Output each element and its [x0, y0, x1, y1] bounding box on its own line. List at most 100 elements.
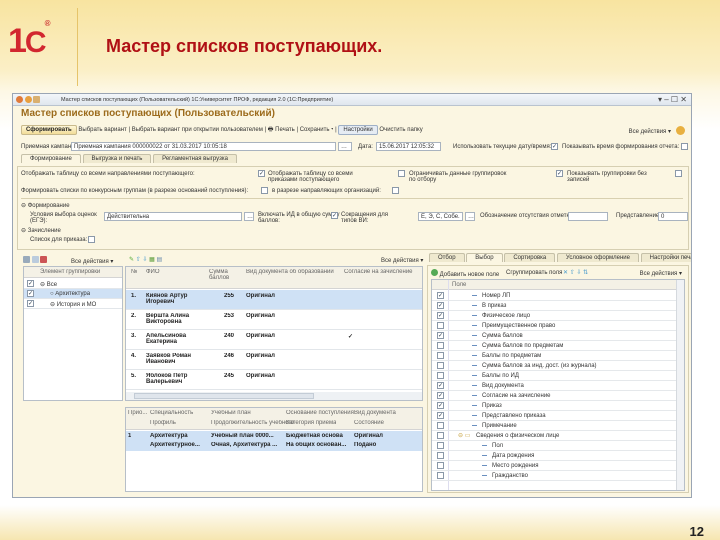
col-doc[interactable]: Вид документа об образовании — [246, 269, 334, 275]
tab-selection[interactable]: Выбор — [466, 253, 503, 262]
uncheck-all-icon[interactable] — [40, 256, 48, 263]
section-enrollment-toggle[interactable]: ⊖ Зачисление — [21, 227, 61, 234]
field-checkbox[interactable] — [437, 352, 444, 359]
field-row[interactable]: ⊖ ▭ Сведения о физическом лице — [432, 431, 678, 441]
add-field-button[interactable]: Добавить новое поле — [431, 269, 499, 278]
grid-all-actions[interactable]: Все действия ▾ — [381, 257, 423, 264]
help-icon[interactable] — [676, 126, 685, 135]
field-checkbox[interactable]: ✓ — [437, 312, 444, 319]
show-table-admitted-checkbox[interactable]: ✓ — [258, 170, 265, 177]
horizontal-scrollbar[interactable] — [126, 392, 422, 400]
col-score[interactable]: Сумма баллов — [209, 269, 237, 281]
tab-print-settings[interactable]: Настройки печати — [640, 253, 691, 262]
field-checkbox[interactable]: ✓ — [437, 392, 444, 399]
field-row[interactable]: Гражданство — [432, 471, 678, 481]
field-row[interactable]: Место рождения — [432, 461, 678, 471]
campaign-select-button[interactable]: … — [338, 142, 352, 151]
vertical-scrollbar[interactable] — [676, 280, 684, 490]
field-checkbox[interactable] — [437, 472, 444, 479]
choose-variant-user-button[interactable]: Выбрать вариант при открытии пользовател… — [132, 127, 263, 133]
tab-formation[interactable]: Формирование — [21, 154, 81, 163]
window-controls[interactable]: ▾ ‒ ☐ ✕ — [658, 95, 687, 104]
field-row[interactable]: ✓ В приказ — [432, 301, 678, 311]
empty-repr-field[interactable]: 0 — [658, 212, 688, 221]
show-time-checkbox[interactable] — [681, 143, 688, 150]
field-row[interactable]: Дата рождения — [432, 451, 678, 461]
field-row[interactable]: ✓ Номер ЛП — [432, 291, 678, 301]
include-id-checkbox[interactable]: ✓ — [331, 212, 338, 219]
table-row[interactable]: 2. Вершта Алина Викторовна 253 Оригинал — [126, 310, 422, 330]
field-checkbox[interactable] — [437, 422, 444, 429]
field-checkbox[interactable] — [437, 372, 444, 379]
col-number[interactable]: № — [131, 269, 137, 275]
tab-sort[interactable]: Сортировка — [504, 253, 556, 262]
field-checkbox[interactable] — [437, 432, 444, 439]
save-button[interactable]: Сохранить ▾ — [300, 127, 334, 133]
field-row[interactable]: Пол — [432, 441, 678, 451]
tree-all-actions[interactable]: Все действия ▾ — [71, 259, 113, 265]
tab-scheduled-export[interactable]: Регламентная выгрузка — [153, 154, 237, 163]
tab-conditional-format[interactable]: Условное оформление — [556, 253, 639, 262]
tree-item[interactable]: ✓ ⊖ История и МО — [24, 299, 122, 309]
field-row[interactable]: ✓ Физическое лицо — [432, 311, 678, 321]
table-row[interactable]: 1. Киянов Артур Игоревич 255 Оригинал — [126, 290, 422, 310]
window-nav-icons[interactable] — [16, 96, 41, 105]
abbr-field[interactable]: Е, Э, С, Собе. — [418, 212, 463, 221]
field-row[interactable]: ✓ Вид документа — [432, 381, 678, 391]
generate-button[interactable]: Сформировать — [21, 125, 77, 135]
directions-row[interactable]: 1 Архитектура Архитектурное... Учебный план… — [126, 431, 422, 451]
col-fio[interactable]: ФИО — [146, 269, 160, 275]
field-checkbox[interactable] — [437, 452, 444, 459]
group-fields-button[interactable]: Сгруппировать поля — [506, 270, 562, 276]
competitive-checkbox[interactable] — [261, 187, 268, 194]
field-row[interactable]: Преимущественное право — [432, 321, 678, 331]
table-row[interactable]: 3. Апельсинова Екатерина 240 Оригинал ✓ — [126, 330, 422, 350]
field-checkbox[interactable]: ✓ — [437, 412, 444, 419]
by-org-checkbox[interactable] — [392, 187, 399, 194]
conditions-select-button[interactable]: … — [244, 212, 254, 221]
order-list-checkbox[interactable] — [88, 236, 95, 243]
tree-item[interactable]: ✓ ⊖ Все — [24, 279, 122, 289]
abbr-select-button[interactable]: … — [465, 212, 475, 221]
extra-checkbox[interactable] — [675, 170, 682, 177]
campaign-field[interactable]: Приемная кампания 000000022 от 31.03.201… — [71, 142, 336, 151]
col-agree[interactable]: Согласие на зачисление — [344, 269, 413, 275]
section-formation-toggle[interactable]: ⊖ Формирование — [21, 202, 70, 209]
field-row[interactable]: Баллы по предметам — [432, 351, 678, 361]
check-all-icon[interactable] — [23, 256, 30, 263]
settings-button[interactable]: Настройки — [338, 125, 378, 135]
tab-export-print[interactable]: Выгрузка и печать — [82, 154, 152, 163]
field-checkbox[interactable]: ✓ — [437, 302, 444, 309]
missing-mark-field[interactable] — [568, 212, 608, 221]
field-checkbox[interactable] — [437, 462, 444, 469]
field-checkbox[interactable]: ✓ — [437, 402, 444, 409]
conditions-field[interactable]: Действительна — [104, 212, 242, 221]
field-checkbox[interactable] — [437, 362, 444, 369]
tree-item[interactable]: ✓ ○ Архитектура — [24, 289, 122, 299]
field-row[interactable]: ✓ Сумма баллов — [432, 331, 678, 341]
move-icons[interactable]: ✕ ⇧ ⇩ ⇅ — [563, 269, 588, 276]
table-row[interactable]: 5. Яблоков Петр Валерьевич 245 Оригинал — [126, 370, 422, 390]
clear-button[interactable]: Очистить папку — [379, 127, 422, 133]
field-row[interactable]: Баллы по ИД — [432, 371, 678, 381]
field-row[interactable]: Сумма баллов за инд. дост. (из журнала) — [432, 361, 678, 371]
settings-all-actions[interactable]: Все действия ▾ — [640, 270, 682, 277]
field-row[interactable]: ✓ Представлено приказа — [432, 411, 678, 421]
field-row[interactable]: Примечание — [432, 421, 678, 431]
table-row[interactable]: 4. Заявков Роман Иванович 246 Оригинал — [126, 350, 422, 370]
tab-filter[interactable]: Отбор — [429, 253, 465, 262]
all-actions-menu[interactable]: Все действия ▾ — [629, 128, 671, 135]
field-checkbox[interactable] — [437, 322, 444, 329]
field-checkbox[interactable]: ✓ — [437, 382, 444, 389]
field-row[interactable]: ✓ Согласие на зачисление — [432, 391, 678, 401]
print-button[interactable]: 🖶 Печать — [268, 127, 295, 133]
field-row[interactable]: ✓ Приказ — [432, 401, 678, 411]
filter-icon[interactable] — [31, 256, 39, 263]
field-checkbox[interactable]: ✓ — [437, 292, 444, 299]
use-current-checkbox[interactable]: ✓ — [551, 143, 558, 150]
field-row[interactable]: Сумма баллов по предметам — [432, 341, 678, 351]
limit-grouping-checkbox[interactable] — [398, 170, 405, 177]
field-checkbox[interactable] — [437, 442, 444, 449]
field-checkbox[interactable] — [437, 342, 444, 349]
show-empty-checkbox[interactable]: ✓ — [556, 170, 563, 177]
